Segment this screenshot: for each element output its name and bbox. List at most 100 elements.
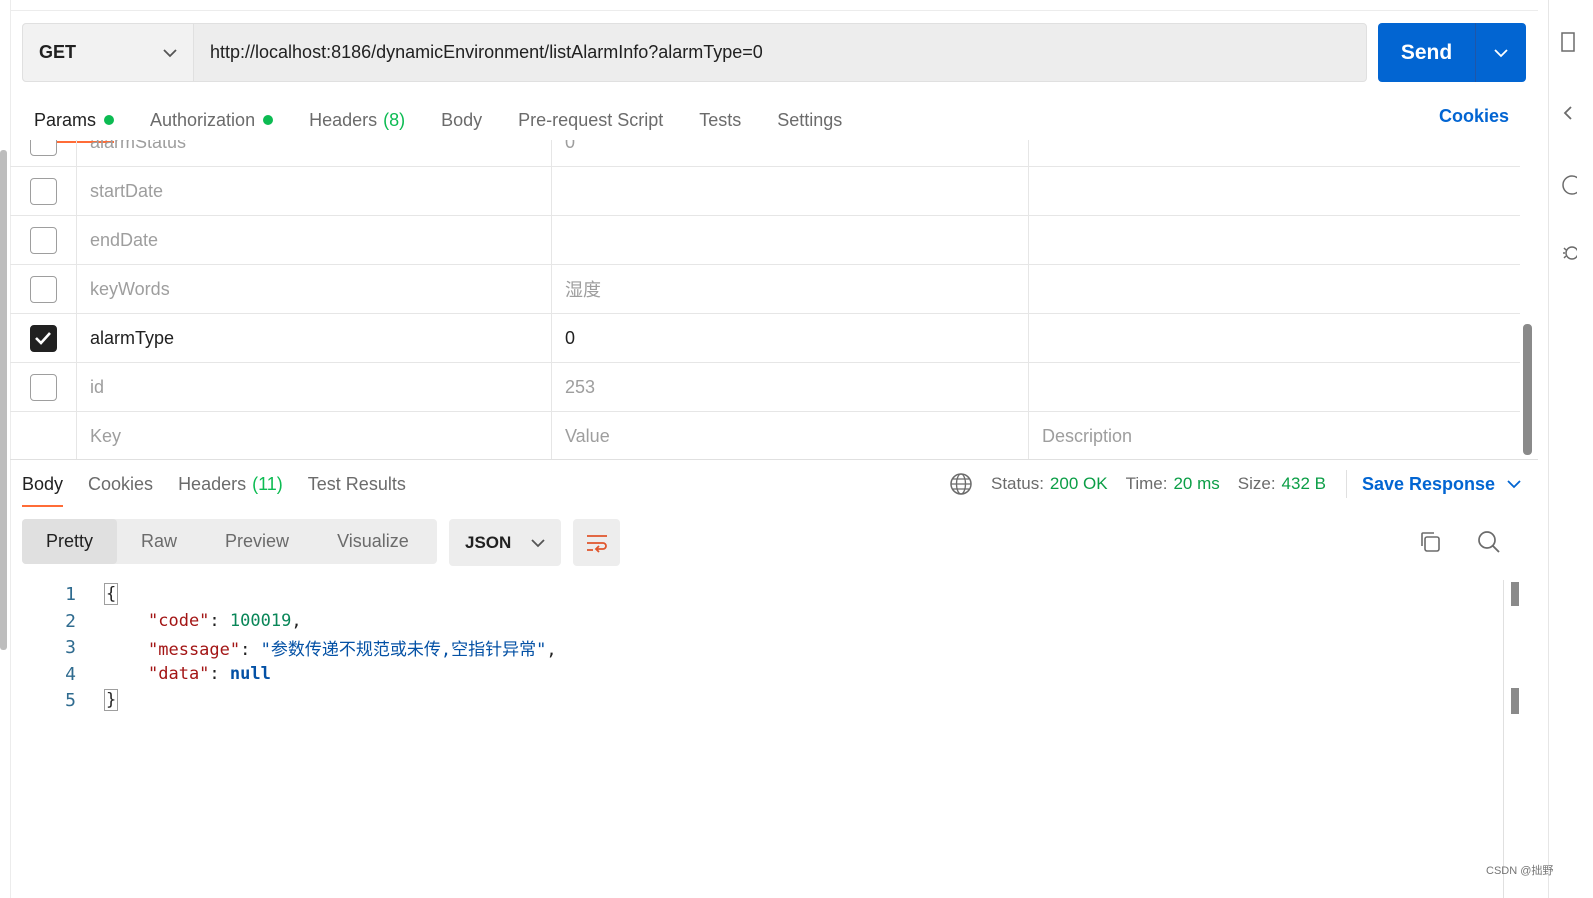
lightbulb-icon[interactable] bbox=[1561, 244, 1579, 271]
editor-scroll-marker[interactable] bbox=[1511, 582, 1519, 606]
key-placeholder[interactable]: Key bbox=[77, 412, 552, 460]
table-row: keyWords 湿度 bbox=[10, 265, 1520, 314]
row-checkbox[interactable] bbox=[29, 140, 57, 156]
tab-settings[interactable]: Settings bbox=[777, 105, 842, 135]
time-info[interactable]: Time: 20 ms bbox=[1126, 474, 1220, 494]
view-preview[interactable]: Preview bbox=[201, 519, 313, 564]
status-info[interactable]: Status: 200 OK bbox=[991, 474, 1108, 494]
size-info[interactable]: Size: 432 B bbox=[1238, 474, 1326, 494]
tab-body[interactable]: Body bbox=[441, 105, 482, 135]
left-scrollbar[interactable] bbox=[0, 150, 7, 650]
url-input[interactable]: http://localhost:8186/dynamicEnvironment… bbox=[194, 24, 1366, 81]
json-number: 100019 bbox=[229, 611, 292, 631]
format-select[interactable]: JSON bbox=[449, 519, 561, 566]
send-button[interactable]: Send bbox=[1378, 23, 1476, 82]
param-description[interactable] bbox=[1029, 265, 1520, 313]
view-pretty[interactable]: Pretty bbox=[22, 519, 118, 564]
tab-params[interactable]: Params bbox=[34, 105, 115, 143]
param-key[interactable]: alarmStatus bbox=[77, 140, 552, 166]
save-response-button[interactable]: Save Response bbox=[1362, 470, 1521, 498]
param-value[interactable]: 0 bbox=[552, 140, 1029, 166]
editor-scroll-marker[interactable] bbox=[1511, 688, 1519, 714]
param-value[interactable]: 0 bbox=[552, 314, 1029, 362]
param-value[interactable]: 253 bbox=[552, 363, 1029, 411]
response-meta: Status: 200 OK Time: 20 ms Size: 432 B bbox=[949, 470, 1344, 498]
copy-icon[interactable] bbox=[1418, 530, 1442, 559]
method-select[interactable]: GET bbox=[23, 24, 194, 81]
editor-divider bbox=[1503, 580, 1504, 898]
params-table: alarmStatus 0 startDate endDate keyWords… bbox=[10, 140, 1520, 460]
row-checkbox-checked[interactable] bbox=[29, 324, 57, 352]
request-tabs: Params Authorization Headers (8) Body Pre… bbox=[34, 102, 878, 143]
globe-icon[interactable] bbox=[949, 472, 973, 496]
param-key[interactable]: startDate bbox=[77, 167, 552, 215]
row-checkbox[interactable] bbox=[29, 275, 57, 303]
code-line: 5 } bbox=[22, 687, 119, 713]
view-mode-selector: Pretty Raw Preview Visualize bbox=[22, 519, 437, 564]
value-placeholder[interactable]: Value bbox=[552, 412, 1029, 460]
time-value: 20 ms bbox=[1173, 474, 1220, 493]
param-value[interactable] bbox=[552, 216, 1029, 264]
row-checkbox[interactable] bbox=[29, 226, 57, 254]
params-scrollbar[interactable] bbox=[1523, 324, 1532, 455]
row-checkbox[interactable] bbox=[29, 373, 57, 401]
param-key[interactable]: id bbox=[77, 363, 552, 411]
size-value: 432 B bbox=[1281, 474, 1326, 493]
status-value: 200 OK bbox=[1049, 474, 1108, 493]
param-key[interactable]: keyWords bbox=[77, 265, 552, 313]
line-number: 2 bbox=[65, 610, 76, 632]
chevron-down-icon bbox=[163, 48, 177, 57]
code-line: 4 "data": null bbox=[22, 661, 271, 687]
param-description[interactable] bbox=[1029, 216, 1520, 264]
wrap-lines-button[interactable] bbox=[573, 519, 620, 566]
json-key: "data" bbox=[148, 664, 210, 684]
new-param-row: Key Value Description bbox=[10, 412, 1520, 460]
table-row: alarmStatus 0 bbox=[10, 140, 1520, 167]
divider bbox=[1346, 470, 1347, 498]
table-row: startDate bbox=[10, 167, 1520, 216]
tab-tests[interactable]: Tests bbox=[699, 105, 741, 135]
view-raw[interactable]: Raw bbox=[117, 519, 201, 564]
code-line: 1 { bbox=[22, 581, 119, 607]
send-options-button[interactable] bbox=[1476, 23, 1526, 82]
tab-response-body[interactable]: Body bbox=[22, 470, 64, 507]
panel-divider[interactable] bbox=[10, 459, 1538, 460]
chevron-left-icon[interactable] bbox=[1561, 103, 1575, 128]
documentation-icon[interactable] bbox=[1561, 32, 1575, 57]
tab-pre-request-script[interactable]: Pre-request Script bbox=[518, 105, 663, 135]
info-icon[interactable] bbox=[1561, 174, 1582, 201]
line-number: 5 bbox=[65, 689, 76, 711]
param-value[interactable] bbox=[552, 167, 1029, 215]
headers-count: (11) bbox=[252, 473, 283, 494]
param-description[interactable] bbox=[1029, 314, 1520, 362]
tab-response-headers[interactable]: Headers (11) bbox=[178, 470, 283, 498]
tab-headers[interactable]: Headers (8) bbox=[309, 105, 405, 135]
table-row: alarmType 0 bbox=[10, 314, 1520, 363]
json-string: "参数传递不规范或未传,空指针异常" bbox=[260, 639, 547, 660]
search-icon[interactable] bbox=[1477, 530, 1501, 559]
param-description[interactable] bbox=[1029, 167, 1520, 215]
param-description[interactable] bbox=[1029, 140, 1520, 166]
send-button-group: Send bbox=[1378, 23, 1526, 82]
headers-count: (8) bbox=[383, 109, 406, 130]
tab-test-results[interactable]: Test Results bbox=[308, 470, 406, 498]
status-dot bbox=[263, 115, 274, 125]
cookies-link[interactable]: Cookies bbox=[1439, 106, 1509, 127]
param-value[interactable]: 湿度 bbox=[552, 265, 1029, 313]
description-placeholder[interactable]: Description bbox=[1029, 412, 1520, 460]
code-line: 3 "message": "参数传递不规范或未传,空指针异常", bbox=[22, 634, 556, 660]
response-body-editor[interactable]: 1 { 2 "code": 100019, 3 "message": "参数传递… bbox=[22, 580, 1502, 898]
view-visualize[interactable]: Visualize bbox=[313, 519, 433, 564]
param-key[interactable]: alarmType bbox=[77, 314, 552, 362]
param-key[interactable]: endDate bbox=[77, 216, 552, 264]
table-row: id 253 bbox=[10, 363, 1520, 412]
postman-window: GET http://localhost:8186/dynamicEnviron… bbox=[0, 0, 1593, 898]
row-checkbox[interactable] bbox=[29, 177, 57, 205]
line-number: 3 bbox=[65, 636, 76, 658]
table-row: endDate bbox=[10, 216, 1520, 265]
tab-authorization[interactable]: Authorization bbox=[150, 105, 274, 135]
param-description[interactable] bbox=[1029, 363, 1520, 411]
tab-response-cookies[interactable]: Cookies bbox=[88, 470, 153, 498]
status-dot bbox=[104, 115, 115, 125]
code-line: 2 "code": 100019, bbox=[22, 608, 301, 634]
